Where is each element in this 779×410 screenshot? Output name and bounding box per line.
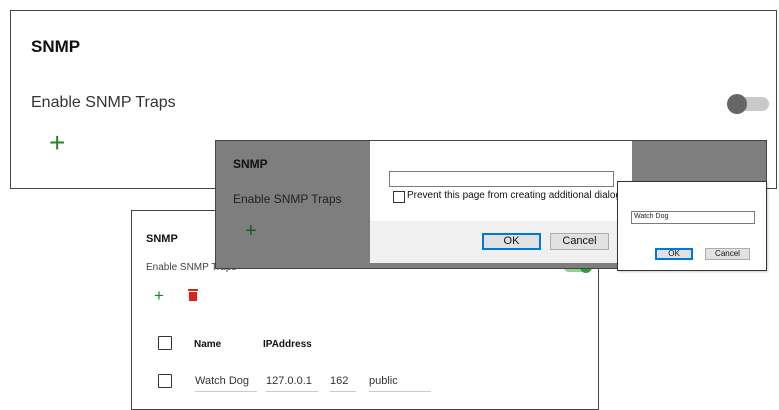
enable-snmp-traps-label: Enable SNMP Traps: [31, 94, 176, 111]
enable-snmp-traps-label: Enable SNMP Traps: [233, 192, 342, 206]
row-community: public: [369, 375, 431, 392]
add-icon[interactable]: +: [154, 287, 164, 304]
add-icon: +: [245, 220, 257, 242]
ok-button[interactable]: OK: [655, 248, 693, 260]
add-icon[interactable]: +: [49, 129, 65, 157]
row-ip: 127.0.0.1: [266, 375, 318, 392]
prompt-input[interactable]: [389, 171, 614, 187]
row-port: 162: [330, 375, 356, 392]
ok-button[interactable]: OK: [482, 233, 541, 250]
row-checkbox[interactable]: [158, 374, 172, 388]
column-header-ipaddress: IPAddress: [263, 339, 312, 350]
delete-icon[interactable]: [188, 289, 198, 301]
toggle-knob: [727, 94, 747, 114]
small-prompt-dialog: Watch Dog OK Cancel: [617, 181, 767, 271]
enable-snmp-traps-toggle[interactable]: [727, 94, 769, 114]
column-header-name: Name: [194, 339, 222, 350]
section-title: SNMP: [31, 37, 81, 56]
select-all-checkbox[interactable]: [158, 336, 172, 350]
cancel-button[interactable]: Cancel: [550, 233, 609, 250]
prevent-dialogs-checkbox[interactable]: [393, 191, 405, 203]
cancel-button[interactable]: Cancel: [705, 248, 750, 260]
section-title: SNMP: [146, 233, 178, 245]
prevent-dialogs-label: Prevent this page from creating addition…: [407, 190, 627, 201]
section-title: SNMP: [233, 157, 268, 171]
row-name: Watch Dog: [195, 375, 257, 392]
prompt-input[interactable]: Watch Dog: [631, 211, 755, 224]
prompt-dialog: Prevent this page from creating addition…: [370, 141, 632, 263]
